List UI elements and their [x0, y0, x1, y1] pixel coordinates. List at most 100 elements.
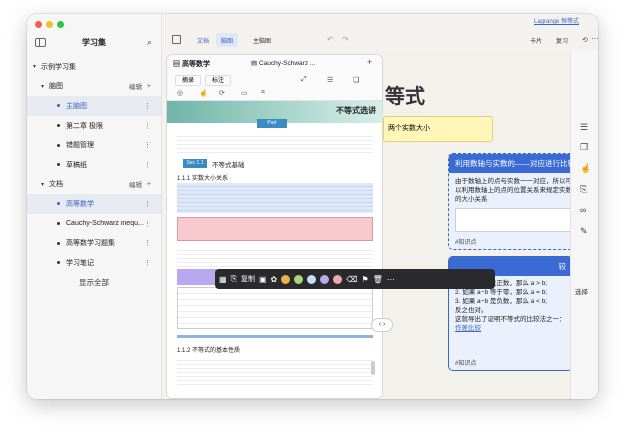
tree-label: 主脑图 — [66, 102, 87, 110]
list-icon[interactable]: ☰ — [327, 76, 333, 84]
node-title[interactable]: 等式 — [385, 80, 425, 109]
add-button[interactable]: + — [147, 181, 151, 188]
rotate-icon[interactable]: ⟳ — [219, 89, 225, 97]
card-tag[interactable]: #知识点 — [455, 358, 476, 367]
scrollbar[interactable] — [371, 361, 375, 375]
more-icon[interactable]: ⋯ — [591, 34, 598, 43]
frame-icon[interactable]: ▣ — [259, 275, 267, 284]
color-swatch[interactable] — [294, 274, 304, 284]
body-text — [177, 133, 373, 153]
target-icon[interactable]: ◎ — [177, 89, 183, 97]
search-icon[interactable]: ⌕ — [147, 37, 152, 48]
card-tag[interactable]: #知识点 — [455, 237, 476, 246]
copy-button[interactable]: 复制 — [241, 274, 255, 284]
note-icon[interactable]: ▦ — [219, 275, 227, 284]
review-button[interactable]: 复习 — [550, 33, 574, 47]
tree-row[interactable]: 高等数学 ⋮ — [27, 194, 161, 214]
color-swatch[interactable] — [333, 274, 343, 284]
split-handle[interactable]: ‹ › — [371, 318, 393, 332]
tree-row[interactable]: 学习笔记 ⋮ — [27, 253, 161, 273]
undo-icon[interactable]: ↶ — [327, 35, 334, 44]
hand-icon[interactable]: ☝ — [199, 89, 208, 97]
edit-button[interactable]: 编辑 — [129, 179, 142, 189]
copy-icon[interactable]: ⎘ — [231, 274, 237, 284]
main-mindmap-menu[interactable]: 主脑图 — [242, 33, 282, 47]
tree-label: Cauchy-Schwarz inequ... — [66, 220, 144, 228]
zoom-window-button[interactable] — [57, 21, 64, 28]
book-icon: ▤ — [173, 61, 182, 68]
bullet-icon — [57, 202, 60, 206]
select-rect-icon[interactable]: ▭ — [241, 89, 248, 97]
bullet-icon — [57, 261, 60, 265]
mindmap-canvas[interactable]: 等式 两个实数大小 利用数轴与实数的——对应进行比较 由于数轴上的点与实数一一对… — [383, 50, 598, 399]
copy-icon[interactable]: ⎘ — [580, 184, 587, 195]
crop-icon[interactable]: ⌗ — [261, 89, 265, 97]
expand-icon[interactable]: ⤢ — [301, 76, 307, 84]
add-tab-button[interactable]: + — [367, 57, 372, 67]
more-icon[interactable]: ⋮ — [144, 259, 151, 267]
sidebar-title: 学习集 — [82, 38, 106, 47]
more-icon[interactable]: ⋮ — [144, 122, 151, 130]
pen-icon[interactable]: ✎ — [580, 226, 588, 237]
more-icon[interactable]: ⋮ — [144, 161, 151, 169]
more-icon[interactable]: ⋮ — [144, 102, 151, 110]
highlighted-text[interactable] — [177, 183, 373, 213]
tag-icon[interactable]: ⚑ — [362, 275, 369, 284]
redo-icon[interactable]: ↷ — [342, 35, 349, 44]
tree: ▾ 示例学习集 ▾ 脑图 编辑 + 主脑图 ⋮ 第二章 极限 ⋮ 错题管理 ⋮ … — [27, 57, 161, 273]
tab-mindmap[interactable]: 脑图 — [216, 33, 238, 47]
tree-row[interactable]: 主脑图 ⋮ — [27, 96, 161, 116]
color-swatch[interactable] — [281, 274, 291, 284]
eraser-icon[interactable]: ⌫ — [346, 275, 357, 284]
color-swatch[interactable] — [320, 274, 330, 284]
tree-row[interactable]: 错题管理 ⋮ — [27, 135, 161, 155]
knowledge-card[interactable]: 利用数轴与实数的——对应进行比较 由于数轴上的点与实数一一对应，所以可以利用数轴… — [448, 153, 583, 250]
card-button[interactable]: 卡片 — [524, 33, 548, 47]
tree-row[interactable]: 第二章 极限 ⋮ — [27, 116, 161, 136]
tree-row[interactable]: 草稿纸 ⋮ — [27, 155, 161, 175]
chevron-down-icon[interactable]: ▾ — [41, 83, 49, 90]
card-line: 反之也对。 — [455, 307, 488, 314]
tree-label: 第二章 极限 — [66, 122, 103, 130]
chevron-down-icon[interactable]: ▾ — [41, 181, 49, 188]
trash-icon[interactable]: 🗑 — [373, 275, 383, 284]
more-icon[interactable]: ⋮ — [144, 239, 151, 247]
show-all-link[interactable]: 显示全部 — [27, 277, 161, 288]
tree-row[interactable]: Cauchy-Schwarz inequ... ⋮ — [27, 214, 161, 234]
yellow-note[interactable]: 两个实数大小 — [383, 116, 493, 142]
palette-icon[interactable]: ✿ — [271, 275, 278, 284]
more-icon[interactable]: ⋮ — [144, 220, 151, 228]
doc-tab-1[interactable]: ▤ 高等数学 — [173, 59, 210, 69]
library-icon[interactable] — [172, 35, 181, 44]
card-line: 2. 如果 a−b 等于零，那么 a = b; — [455, 289, 548, 296]
pointer-icon[interactable]: ☝ — [580, 163, 591, 174]
chevron-down-icon[interactable]: ▾ — [33, 63, 41, 70]
pdf-pane: ▤ 高等数学 ▤ Cauchy-Schwarz ... + 摘录 标注 ⤢ ☰ … — [166, 54, 383, 399]
sync-icon[interactable]: ⟲ — [582, 36, 588, 44]
add-button[interactable]: + — [147, 83, 151, 90]
bookmark-icon[interactable]: ❏ — [353, 76, 359, 84]
tree-row[interactable]: 高等数学习题集 ⋮ — [27, 233, 161, 253]
tree-row[interactable]: ▾ 文档 编辑 + — [27, 175, 161, 195]
tab-excerpt[interactable]: 摘录 — [175, 75, 201, 86]
minimize-window-button[interactable] — [46, 21, 53, 28]
cards-icon[interactable]: ❐ — [580, 142, 588, 153]
more-icon[interactable]: ⋮ — [144, 141, 151, 149]
doc-tab-2[interactable]: ▤ Cauchy-Schwarz ... — [251, 59, 315, 67]
outline-icon[interactable]: ☰ — [580, 122, 588, 133]
tab-doc[interactable]: 文档 — [192, 33, 214, 47]
link-lagrange[interactable]: Lagrange 恒等式 — [534, 16, 579, 25]
tree-row[interactable]: ▾ 脑图 编辑 + — [27, 77, 161, 97]
select-tool-label[interactable]: 选择 — [575, 286, 588, 296]
tree-row[interactable]: ▾ 示例学习集 — [27, 57, 161, 77]
tab-annotate[interactable]: 标注 — [205, 75, 231, 86]
color-swatch[interactable] — [307, 274, 317, 284]
pdf-header: ▤ 高等数学 ▤ Cauchy-Schwarz ... + 摘录 标注 ⤢ ☰ … — [167, 55, 382, 101]
card-link[interactable]: 作差比较 — [455, 324, 566, 333]
more-icon[interactable]: ⋯ — [387, 275, 395, 284]
more-icon[interactable]: ⋮ — [144, 200, 151, 208]
link-icon[interactable]: ∞ — [580, 205, 586, 215]
edit-button[interactable]: 编辑 — [129, 81, 142, 91]
close-window-button[interactable] — [35, 21, 42, 28]
section-title: 不等式基础 — [212, 162, 245, 169]
